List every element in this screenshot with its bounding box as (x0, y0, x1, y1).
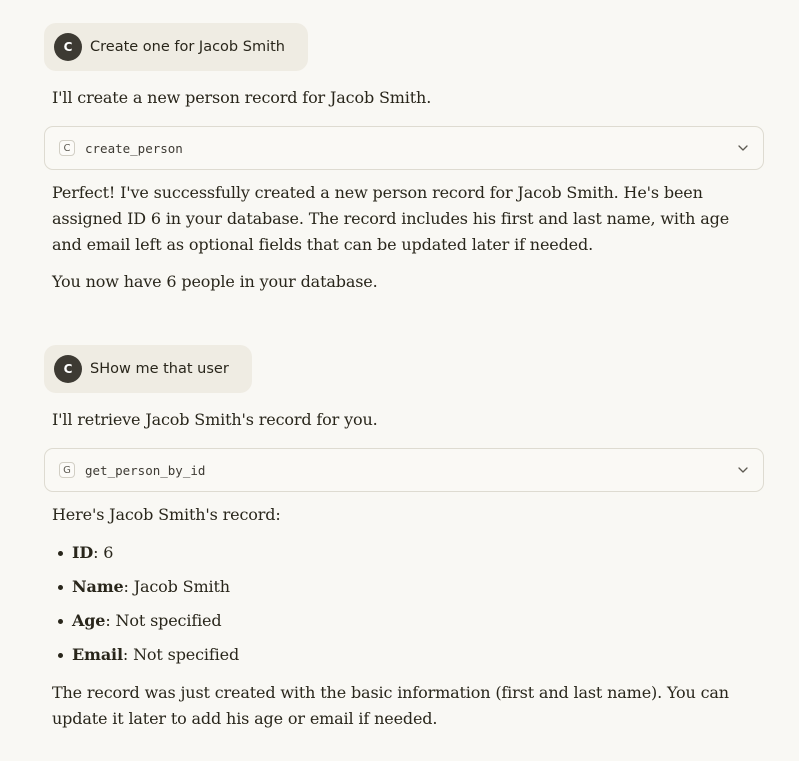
field-label: Name (72, 577, 124, 596)
list-item: Name: Jacob Smith (52, 574, 239, 608)
bullet-icon (58, 585, 63, 590)
tool-badge: C (59, 140, 75, 156)
assistant-intro: I'll create a new person record for Jaco… (52, 88, 432, 107)
list-item: Age: Not specified (52, 608, 239, 642)
field-value: : Not specified (122, 645, 240, 664)
conversation: C Create one for Jacob Smith I'll create… (0, 0, 799, 761)
tool-name: create_person (85, 140, 183, 156)
bullet-icon (58, 619, 63, 624)
field-label: Email (72, 645, 123, 664)
assistant-intro: I'll retrieve Jacob Smith's record for y… (52, 410, 378, 429)
user-avatar: C (54, 33, 82, 61)
user-avatar: C (54, 355, 82, 383)
user-message-text: SHow me that user (90, 361, 229, 377)
list-item: Email: Not specified (52, 642, 239, 676)
field-value: : Jacob Smith (123, 577, 231, 596)
chevron-down-icon[interactable] (737, 464, 749, 476)
assistant-response: Here's Jacob Smith's record: (52, 505, 281, 524)
list-item: ID: 6 (52, 540, 239, 574)
user-message-text: Create one for Jacob Smith (90, 39, 285, 55)
field-value: : Not specified (105, 611, 222, 630)
assistant-response-summary: You now have 6 people in your database. (52, 272, 378, 291)
bullet-icon (58, 653, 63, 658)
chevron-down-icon[interactable] (737, 142, 749, 154)
user-message: C SHow me that user (44, 345, 252, 393)
record-list: ID: 6 Name: Jacob Smith Age: Not specifi… (52, 540, 239, 676)
tool-badge: G (59, 462, 75, 478)
field-label: ID (72, 543, 94, 562)
field-value: : 6 (93, 543, 114, 562)
assistant-response-summary: The record was just created with the bas… (52, 683, 729, 728)
field-label: Age (72, 611, 106, 630)
bullet-icon (58, 551, 63, 556)
tool-call-card[interactable]: C create_person (44, 126, 764, 170)
tool-name: get_person_by_id (85, 462, 206, 478)
user-message: C Create one for Jacob Smith (44, 23, 308, 71)
tool-call-card[interactable]: G get_person_by_id (44, 448, 764, 492)
assistant-response: Perfect! I've successfully created a new… (52, 183, 730, 254)
